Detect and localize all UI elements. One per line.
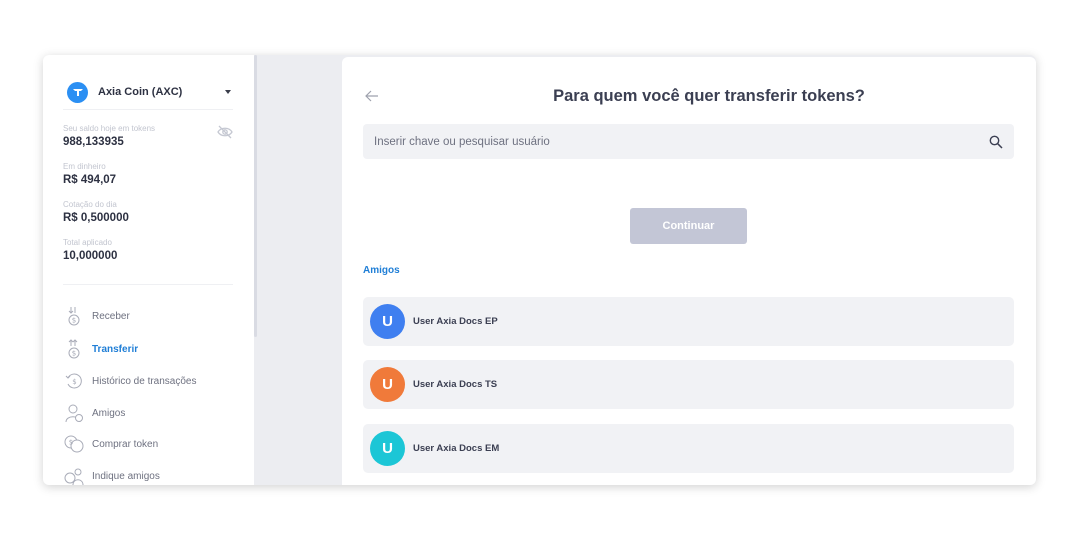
sidebar-item-label: Receber (92, 310, 130, 322)
coin-selector[interactable]: Axia Coin (AXC) (67, 79, 235, 105)
stat-total-applied: Total aplicado 10,000000 (63, 238, 117, 263)
stat-cash: Em dinheiro R$ 494,07 (63, 162, 116, 187)
friend-row[interactable]: U User Axia Docs EM (363, 424, 1014, 473)
friend-name: User Axia Docs EP (413, 316, 498, 327)
buy-token-icon: $ (63, 433, 85, 455)
divider (63, 109, 233, 110)
stat-label: Seu saldo hoje em tokens (63, 124, 156, 133)
transfer-icon: $ (63, 338, 85, 360)
sidebar-item-historico[interactable]: $ Histórico de transações (63, 370, 243, 392)
stat-token-balance: Seu saldo hoje em tokens 988,133935 (63, 124, 155, 149)
coin-name: Axia Coin (AXC) (98, 86, 183, 98)
app-window: Axia Coin (AXC) Seu saldo hoje em tokens… (43, 55, 1036, 485)
page-title: Para quem você quer transferir tokens? (553, 87, 865, 105)
sidebar-scrollbar[interactable] (254, 55, 257, 337)
coin-logo-icon (67, 81, 88, 103)
sidebar-item-amigos[interactable]: Amigos (63, 402, 243, 424)
search-box (363, 124, 1014, 159)
sidebar-item-label: Amigos (92, 407, 126, 419)
svg-text:$: $ (72, 350, 76, 358)
stat-label: Em dinheiro (63, 162, 106, 171)
divider (63, 284, 233, 285)
stat-value: R$ 0,500000 (63, 212, 129, 224)
friend-row[interactable]: U User Axia Docs TS (363, 360, 1014, 409)
sidebar: Axia Coin (AXC) Seu saldo hoje em tokens… (43, 55, 254, 485)
stat-value: 988,133935 (63, 136, 124, 148)
continue-button[interactable]: Continuar (630, 208, 747, 244)
transfer-card: Para quem você quer transferir tokens? C… (342, 57, 1036, 485)
svg-text:$: $ (72, 378, 76, 386)
avatar: U (370, 367, 405, 402)
receive-icon: $ (63, 305, 85, 327)
search-icon[interactable] (989, 135, 1003, 149)
hide-balance-icon[interactable] (217, 125, 233, 139)
friends-icon (63, 402, 85, 424)
avatar: U (370, 431, 405, 466)
refer-friends-icon (63, 465, 85, 485)
svg-text:$: $ (72, 317, 76, 325)
sidebar-item-label: Comprar token (92, 438, 159, 450)
sidebar-item-transferir[interactable]: $ Transferir (63, 338, 243, 360)
sidebar-item-receber[interactable]: $ Receber (63, 305, 243, 327)
sidebar-item-label: Histórico de transações (92, 375, 197, 387)
friends-heading: Amigos (363, 265, 400, 276)
sidebar-item-label: Transferir (92, 343, 139, 355)
sidebar-item-label: Indique amigos (92, 470, 160, 482)
stat-value: 10,000000 (63, 250, 118, 262)
stat-label: Total aplicado (63, 238, 112, 247)
svg-text:$: $ (69, 439, 73, 447)
sidebar-item-comprar-token[interactable]: $ Comprar token (63, 433, 243, 455)
friend-name: User Axia Docs EM (413, 443, 500, 454)
stat-value: R$ 494,07 (63, 174, 117, 186)
avatar: U (370, 304, 405, 339)
friend-row[interactable]: U User Axia Docs EP (363, 297, 1014, 346)
friend-name: User Axia Docs TS (413, 379, 498, 390)
chevron-down-icon[interactable] (225, 90, 231, 94)
stat-quote: Cotação do dia R$ 0,500000 (63, 200, 129, 225)
sidebar-item-indique-amigos[interactable]: Indique amigos (63, 465, 243, 485)
history-icon: $ (63, 370, 85, 392)
search-input[interactable] (363, 124, 989, 159)
stat-label: Cotação do dia (63, 200, 117, 209)
